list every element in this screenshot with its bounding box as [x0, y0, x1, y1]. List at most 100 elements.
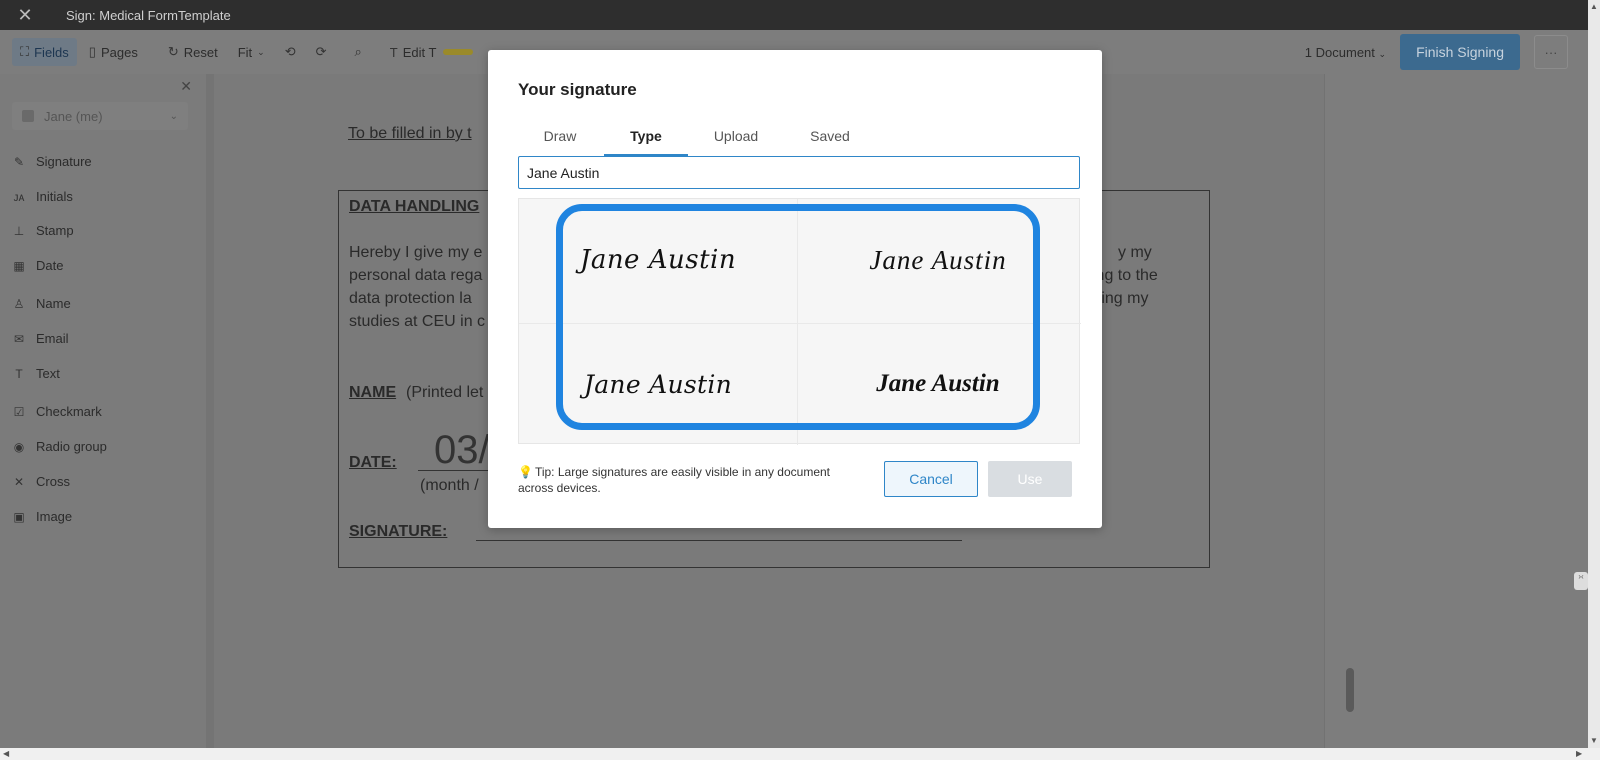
fit-label: Fit: [237, 44, 253, 60]
sidebar-item-name[interactable]: ♙ Name: [12, 296, 71, 311]
doc-date-value: 03/: [434, 428, 490, 472]
chevron-down-icon: ⌄: [169, 110, 178, 122]
rotate-right-icon: ⟳: [315, 44, 327, 59]
pen-icon: ✎: [13, 154, 25, 169]
scroll-down-icon[interactable]: ▼: [1590, 736, 1598, 745]
signature-option-3[interactable]: Jane Austin: [523, 325, 793, 443]
doc-para-line: studies at CEU in c: [349, 313, 486, 330]
vertical-scrollbar[interactable]: ▲ ▼: [1588, 0, 1600, 748]
sidebar-item-radio-group[interactable]: ◉ Radio group: [12, 439, 107, 454]
signature-preview: Jane Austin: [579, 245, 737, 275]
signer-dropdown[interactable]: Jane (me) ⌄: [12, 102, 188, 130]
doc-date-hint: (month /: [420, 477, 479, 494]
sidebar-item-label: Radio group: [36, 439, 107, 454]
grid-divider: [797, 199, 798, 445]
new-badge: [443, 49, 474, 55]
scroll-left-icon[interactable]: ◀: [3, 749, 9, 758]
signature-preview: Jane Austin: [869, 244, 1007, 275]
sidebar-item-label: Image: [36, 509, 73, 524]
document-count: 1 Document: [1304, 44, 1375, 60]
rotate-right-button[interactable]: ⟳: [308, 38, 335, 66]
close-icon[interactable]: ✕: [0, 5, 50, 26]
signature-tabs: Draw Type Upload Saved: [518, 128, 1080, 156]
doc-heading: DATA HANDLING: [349, 198, 480, 215]
signer-color-swatch: [22, 110, 34, 122]
sidebar-item-email[interactable]: ✉ Email: [12, 331, 69, 346]
fit-dropdown[interactable]: Fit ⌄: [230, 39, 273, 66]
fields-icon: ⛶: [20, 44, 30, 59]
reset-icon: ↻: [167, 44, 179, 59]
signature-option-4[interactable]: Jane Austin: [803, 325, 1073, 443]
sidebar-item-initials[interactable]: ᴊᴀ Initials: [12, 189, 73, 204]
doc-signature-label: SIGNATURE:: [349, 523, 448, 540]
doc-para-line: personal data rega: [349, 267, 483, 284]
rotate-left-icon: ⟲: [284, 44, 296, 59]
image-icon: ▣: [13, 509, 25, 524]
signature-name-input[interactable]: [518, 156, 1080, 189]
window-title: Sign: Medical FormTemplate: [66, 7, 231, 23]
signature-dialog: Your signature Draw Type Upload Saved Ja…: [488, 50, 1102, 528]
close-icon[interactable]: ✕: [180, 78, 192, 95]
rotate-left-button[interactable]: ⟲: [277, 38, 304, 66]
finish-signing-button[interactable]: Finish Signing: [1400, 34, 1520, 70]
edit-text-label: Edit T: [402, 44, 437, 60]
more-options-button[interactable]: ···: [1534, 35, 1568, 69]
sidebar-item-cross[interactable]: ✕ Cross: [12, 474, 70, 489]
edit-text-icon: T: [389, 44, 398, 60]
tab-saved[interactable]: Saved: [788, 128, 872, 156]
fields-label: Fields: [34, 44, 69, 60]
sidebar-item-stamp[interactable]: ⊥ Stamp: [12, 223, 74, 238]
document-scroll-thumb[interactable]: [1346, 668, 1354, 712]
dialog-title: Your signature: [518, 80, 637, 99]
sidebar-item-date[interactable]: ▦ Date: [12, 258, 63, 273]
sidebar-item-signature[interactable]: ✎ Signature: [12, 154, 92, 169]
signature-style-grid: Jane Austin Jane Austin Jane Austin Jane…: [518, 198, 1081, 445]
sidebar-item-label: Date: [36, 258, 64, 273]
chevron-down-icon: ⌄: [1378, 48, 1387, 59]
fields-sidebar: ✕ Jane (me) ⌄ ✎ Signature ᴊᴀ Initials ⊥ Sta…: [0, 74, 206, 750]
sidebar-item-label: Signature: [36, 154, 92, 169]
sidebar-item-label: Initials: [36, 189, 73, 204]
use-button[interactable]: Use: [988, 461, 1072, 497]
tip-message: Tip: Large signatures are easily visible…: [518, 465, 830, 495]
document-selector[interactable]: 1 Document ⌄: [1305, 45, 1386, 60]
tab-upload[interactable]: Upload: [694, 128, 778, 156]
signature-option-1[interactable]: Jane Austin: [523, 201, 793, 319]
doc-name-label: NAME: [349, 384, 397, 401]
lightbulb-icon: 💡: [518, 465, 533, 479]
pages-button[interactable]: ▯ Pages: [81, 38, 146, 66]
doc-date-label: DATE:: [349, 454, 397, 471]
stamp-icon: ⊥: [13, 223, 25, 238]
signer-name: Jane (me): [44, 108, 103, 124]
scroll-up-icon[interactable]: ▲: [1590, 2, 1598, 11]
search-button[interactable]: ⌕: [347, 38, 370, 66]
reset-button[interactable]: ↻ Reset: [160, 38, 226, 66]
doc-para-line: ring my: [1096, 290, 1149, 307]
horizontal-scrollbar[interactable]: ◀ ▶: [0, 748, 1600, 760]
cross-icon: ✕: [13, 474, 25, 489]
sidebar-item-checkmark[interactable]: ☑ Checkmark: [12, 404, 102, 419]
sidebar-item-image[interactable]: ▣ Image: [12, 509, 72, 524]
sidebar-item-label: Name: [36, 296, 71, 311]
sidebar-item-text[interactable]: T Text: [12, 366, 60, 381]
tab-draw[interactable]: Draw: [518, 128, 602, 156]
sidebar-item-label: Cross: [36, 474, 70, 489]
tip-text: 💡 Tip: Large signatures are easily visibl…: [518, 464, 858, 496]
signature-option-2[interactable]: Jane Austin: [803, 201, 1073, 319]
reset-label: Reset: [183, 44, 218, 60]
doc-para-line: Hereby I give my e: [349, 244, 483, 261]
sidebar-item-label: Stamp: [36, 223, 74, 238]
doc-name-hint: (Printed let: [406, 384, 484, 401]
pages-label: Pages: [100, 44, 138, 60]
panel-toggle-icon[interactable]: ›‹: [1574, 572, 1588, 590]
scroll-right-icon[interactable]: ▶: [1576, 749, 1582, 758]
sidebar-item-label: Email: [36, 331, 69, 346]
doc-para-line: y my: [1118, 244, 1152, 261]
edit-text-button[interactable]: T Edit T: [382, 39, 482, 66]
doc-signature-line: [476, 540, 962, 541]
signature-preview: Jane Austin: [876, 370, 1000, 397]
cancel-button[interactable]: Cancel: [884, 461, 978, 497]
fields-button[interactable]: ⛶ Fields: [12, 38, 77, 66]
tab-type[interactable]: Type: [604, 128, 688, 156]
sidebar-resizer[interactable]: [206, 74, 214, 750]
